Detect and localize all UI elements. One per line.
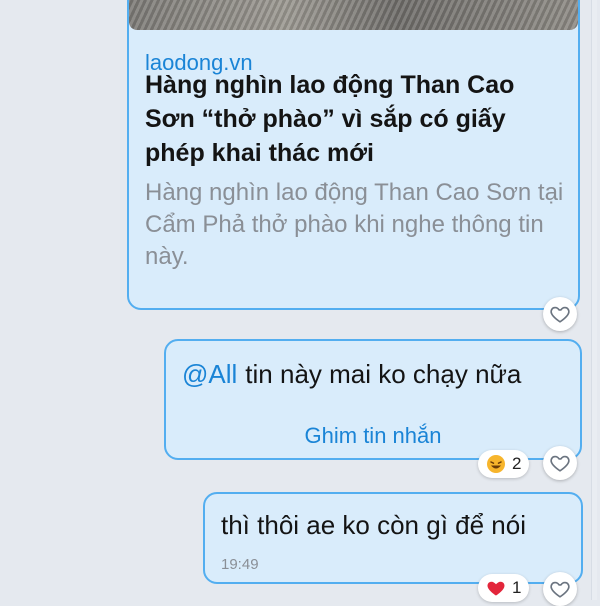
heart-outline-icon	[550, 581, 570, 598]
react-button[interactable]	[543, 297, 577, 331]
heart-icon	[487, 581, 505, 596]
heart-outline-icon	[550, 306, 570, 323]
link-preview-image[interactable]	[129, 0, 578, 30]
laughing-emoji-icon	[487, 455, 505, 473]
link-title[interactable]: Hàng nghìn lao động Than Cao Sơn “thở ph…	[145, 68, 565, 170]
reaction-pill[interactable]: 2	[478, 450, 530, 478]
scrollbar-thumb[interactable]	[591, 0, 597, 600]
heart-outline-icon	[550, 455, 570, 472]
message-text: tin này mai ko chạy nữa	[245, 359, 522, 389]
link-description: Hàng nghìn lao động Than Cao Sơn tại Cẩm…	[145, 179, 564, 270]
pin-message-button[interactable]: Ghim tin nhắn	[166, 423, 580, 449]
link-preview-message[interactable]: laodong.vn Hàng nghìn lao động Than Cao …	[127, 0, 580, 310]
react-button[interactable]	[543, 446, 577, 480]
scrollbar[interactable]	[590, 0, 598, 600]
message-text-line: @All tin này mai ko chạy nữa	[182, 359, 521, 390]
reaction-pill[interactable]: 1	[478, 574, 530, 602]
reaction-count: 1	[512, 578, 522, 597]
mention-all[interactable]: @All	[182, 359, 237, 389]
react-button[interactable]	[543, 572, 577, 606]
mention-message[interactable]: @All tin này mai ko chạy nữa Ghim tin nhắ…	[164, 339, 582, 460]
message-text: thì thôi ae ko còn gì để nói	[221, 510, 526, 540]
message-timestamp: 19:49	[221, 556, 259, 573]
reaction-count: 2	[512, 454, 522, 473]
text-message[interactable]: thì thôi ae ko còn gì để nói 19:49	[203, 492, 583, 584]
